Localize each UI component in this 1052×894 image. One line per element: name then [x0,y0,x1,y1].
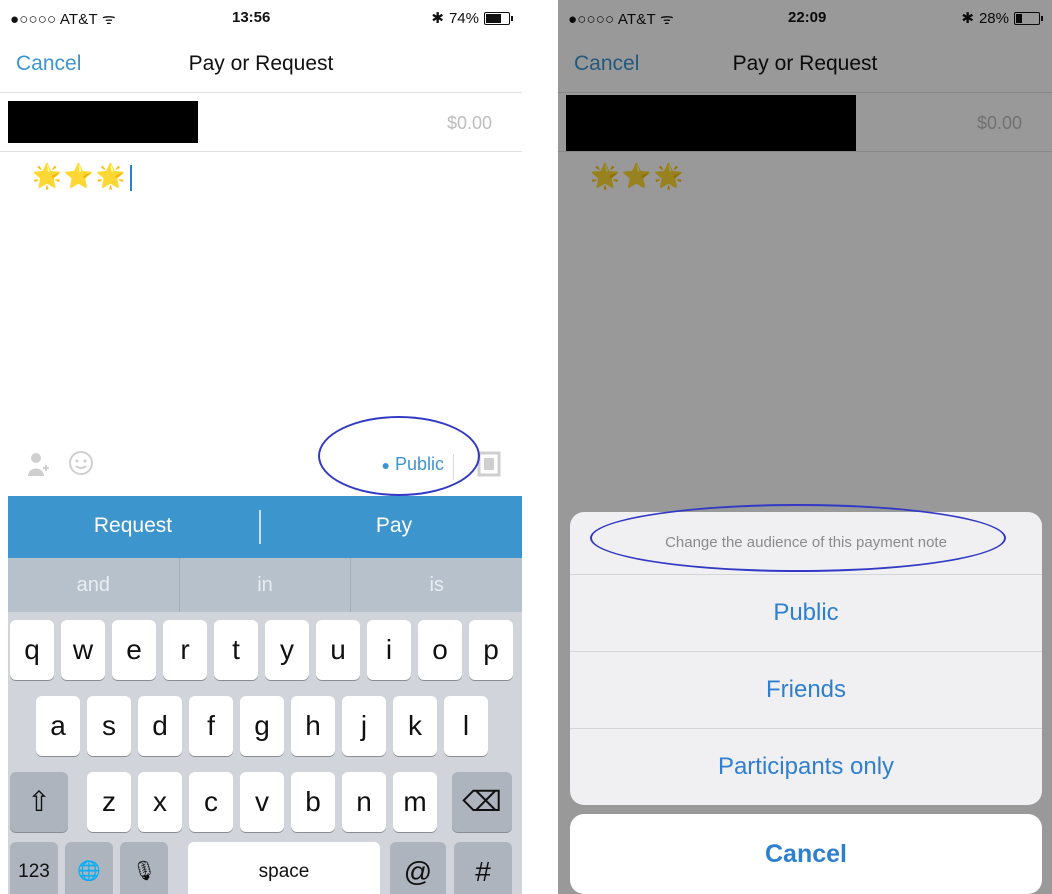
suggestion-item[interactable]: in [180,558,352,612]
key-i[interactable]: i [367,620,411,680]
redacted-recipient [8,101,198,143]
predictive-bar: and in is [8,558,522,612]
globe-key[interactable]: 🌐 [65,842,113,894]
key-l[interactable]: l [444,696,488,756]
key-u[interactable]: u [316,620,360,680]
status-time: 13:56 [232,9,271,26]
actions-divider [259,510,261,544]
pay-button[interactable]: Pay [266,514,522,538]
note-text: 🌟⭐🌟 [32,163,128,190]
nav-bar: Cancel Pay or Request [0,36,522,93]
space-key[interactable]: space [188,842,380,894]
key-y[interactable]: y [265,620,309,680]
highlight-circle [318,416,480,496]
key-c[interactable]: c [189,772,233,832]
option-public[interactable]: Public [570,575,1042,652]
status-bar: ●○○○○ AT&T ᯤ 13:56 ✱ 74% [0,0,522,34]
key-t[interactable]: t [214,620,258,680]
key-z[interactable]: z [87,772,131,832]
person-icon[interactable] [26,450,50,485]
key-x[interactable]: x [138,772,182,832]
microphone-key[interactable]: 🎙 [120,842,168,894]
key-r[interactable]: r [163,620,207,680]
smiley-icon[interactable] [68,450,94,483]
right-screen: ●○○○○ AT&T ᯤ 22:09 ✱ 28% Cancel Pay or R… [558,0,1052,894]
key-g[interactable]: g [240,696,284,756]
key-d[interactable]: d [138,696,182,756]
shift-key[interactable]: ⇧ [10,772,68,832]
key-m[interactable]: m [393,772,437,832]
key-a[interactable]: a [36,696,80,756]
at-key[interactable]: @ [390,842,446,894]
key-f[interactable]: f [189,696,233,756]
keyboard: q w e r t y u i o p a s d f g h j k l ⇧ … [8,612,522,894]
pay-request-bar: Request Pay [8,496,522,558]
sheet-cancel-button[interactable]: Cancel [570,814,1042,894]
battery-percent: 74% [448,9,479,27]
note-field[interactable]: 🌟⭐🌟 [32,162,132,191]
recipient-row[interactable]: $0.00 [0,93,522,152]
key-h[interactable]: h [291,696,335,756]
highlight-circle [590,504,1006,572]
key-w[interactable]: w [61,620,105,680]
key-b[interactable]: b [291,772,335,832]
key-j[interactable]: j [342,696,386,756]
battery-icon [484,11,513,25]
left-screen: ●○○○○ AT&T ᯤ 13:56 ✱ 74% Cancel Pay or R… [0,0,522,894]
key-o[interactable]: o [418,620,462,680]
delete-key[interactable]: ⌫ [452,772,512,832]
page-title: Pay or Request [188,52,334,75]
key-v[interactable]: v [240,772,284,832]
text-caret [129,164,132,191]
key-n[interactable]: n [342,772,386,832]
bluetooth-icon: ✱ [431,10,444,27]
hash-key[interactable]: # [454,842,512,894]
amount-field[interactable]: $0.00 [447,113,492,134]
option-participants-only[interactable]: Participants only [570,729,1042,805]
numbers-key[interactable]: 123 [10,842,58,894]
battery-status: ✱ 74% [431,9,513,27]
key-q[interactable]: q [10,620,54,680]
suggestion-item[interactable]: and [8,558,180,612]
request-button[interactable]: Request [8,514,258,538]
suggestion-item[interactable]: is [351,558,522,612]
key-k[interactable]: k [393,696,437,756]
key-s[interactable]: s [87,696,131,756]
option-friends[interactable]: Friends [570,652,1042,729]
cancel-sheet: Cancel [570,814,1042,894]
key-p[interactable]: p [469,620,513,680]
key-e[interactable]: e [112,620,156,680]
carrier-label: ●○○○○ AT&T ᯤ [10,11,116,28]
